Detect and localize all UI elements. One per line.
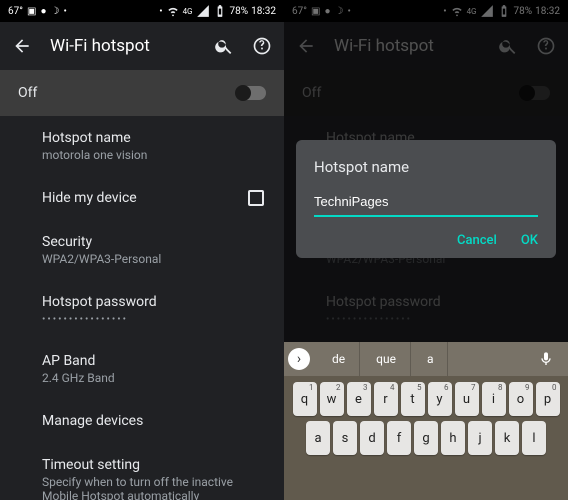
suggestion-1[interactable]: de: [318, 342, 360, 376]
status-temp: 67°: [8, 6, 23, 17]
expand-icon[interactable]: ›: [288, 348, 310, 370]
cancel-button[interactable]: Cancel: [457, 233, 497, 248]
key-i[interactable]: 8i: [482, 382, 506, 416]
key-f[interactable]: f: [387, 421, 411, 455]
item-security[interactable]: Security WPA2/WPA3-Personal: [0, 220, 284, 280]
key-r[interactable]: 4r: [374, 382, 398, 416]
dot-icon: •: [159, 6, 162, 17]
keyboard-suggestion-bar: › de que a: [284, 342, 568, 376]
hotspot-name-input[interactable]: [314, 190, 538, 217]
page-title: Wi-Fi hotspot: [50, 36, 150, 56]
item-hide-device[interactable]: Hide my device: [0, 176, 284, 220]
cloud-icon: ●: [40, 6, 46, 17]
soft-keyboard[interactable]: › de que a 1q 2w 3e 4r 5t 6y 7u 8i 9o 0p: [284, 342, 568, 500]
key-q[interactable]: 1q: [293, 382, 317, 416]
status-bar: 67° ▣ ● ☽ • • 4G 78% 18:32: [0, 0, 284, 22]
screen-left: 67° ▣ ● ☽ • • 4G 78% 18:32 Wi-Fi hotspot: [0, 0, 284, 500]
key-o[interactable]: 9o: [509, 382, 533, 416]
keyboard-row-1: 1q 2w 3e 4r 5t 6y 7u 8i 9o 0p: [287, 382, 565, 416]
item-ap-band[interactable]: AP Band 2.4 GHz Band: [0, 339, 284, 399]
hotspot-name-dialog: Hotspot name Cancel OK: [296, 140, 556, 258]
battery-pct: 78%: [230, 6, 249, 17]
key-s[interactable]: s: [333, 421, 357, 455]
key-w[interactable]: 2w: [320, 382, 344, 416]
suggestion-2[interactable]: que: [362, 342, 411, 376]
key-u[interactable]: 7u: [455, 382, 479, 416]
item-timeout[interactable]: Timeout setting Specify when to turn off…: [0, 443, 284, 500]
back-icon[interactable]: [12, 36, 32, 56]
more-icon: •: [63, 6, 66, 17]
signal-icon: [196, 4, 210, 18]
hide-device-checkbox[interactable]: [248, 190, 264, 206]
key-e[interactable]: 3e: [347, 382, 371, 416]
key-y[interactable]: 6y: [428, 382, 452, 416]
network-label: 4G: [183, 7, 193, 16]
dialog-title: Hotspot name: [314, 158, 538, 176]
settings-list: Hotspot name motorola one vision Hide my…: [0, 116, 284, 500]
suggestion-3[interactable]: a: [413, 342, 449, 376]
item-hotspot-name[interactable]: Hotspot name motorola one vision: [0, 116, 284, 176]
key-a[interactable]: a: [306, 421, 330, 455]
hotspot-toggle-row[interactable]: Off: [0, 70, 284, 116]
keyboard-row-2: a s d f g h j k l: [287, 421, 565, 455]
key-p[interactable]: 0p: [536, 382, 560, 416]
mic-icon[interactable]: [528, 351, 564, 367]
status-time: 18:32: [251, 6, 276, 17]
ok-button[interactable]: OK: [521, 233, 538, 248]
key-h[interactable]: h: [441, 421, 465, 455]
toggle-switch[interactable]: [236, 86, 266, 100]
key-j[interactable]: j: [468, 421, 492, 455]
key-g[interactable]: g: [414, 421, 438, 455]
help-icon[interactable]: [252, 36, 272, 56]
screen-right: 67° ▣ ● ☽ • • 4G 78% 18:32 Wi-Fi hotspot: [284, 0, 568, 500]
key-l[interactable]: l: [522, 421, 546, 455]
search-icon[interactable]: [214, 36, 234, 56]
item-manage-devices[interactable]: Manage devices: [0, 399, 284, 443]
key-k[interactable]: k: [495, 421, 519, 455]
key-d[interactable]: d: [360, 421, 384, 455]
wifi-icon: [166, 4, 180, 18]
toggle-label: Off: [18, 85, 37, 101]
key-t[interactable]: 5t: [401, 382, 425, 416]
item-password[interactable]: Hotspot password ••••••••••••••••: [0, 280, 284, 339]
battery-icon: [213, 4, 227, 18]
app-bar: Wi-Fi hotspot: [0, 22, 284, 70]
picture-icon: ▣: [27, 6, 36, 17]
moon-icon: ☽: [50, 6, 59, 17]
